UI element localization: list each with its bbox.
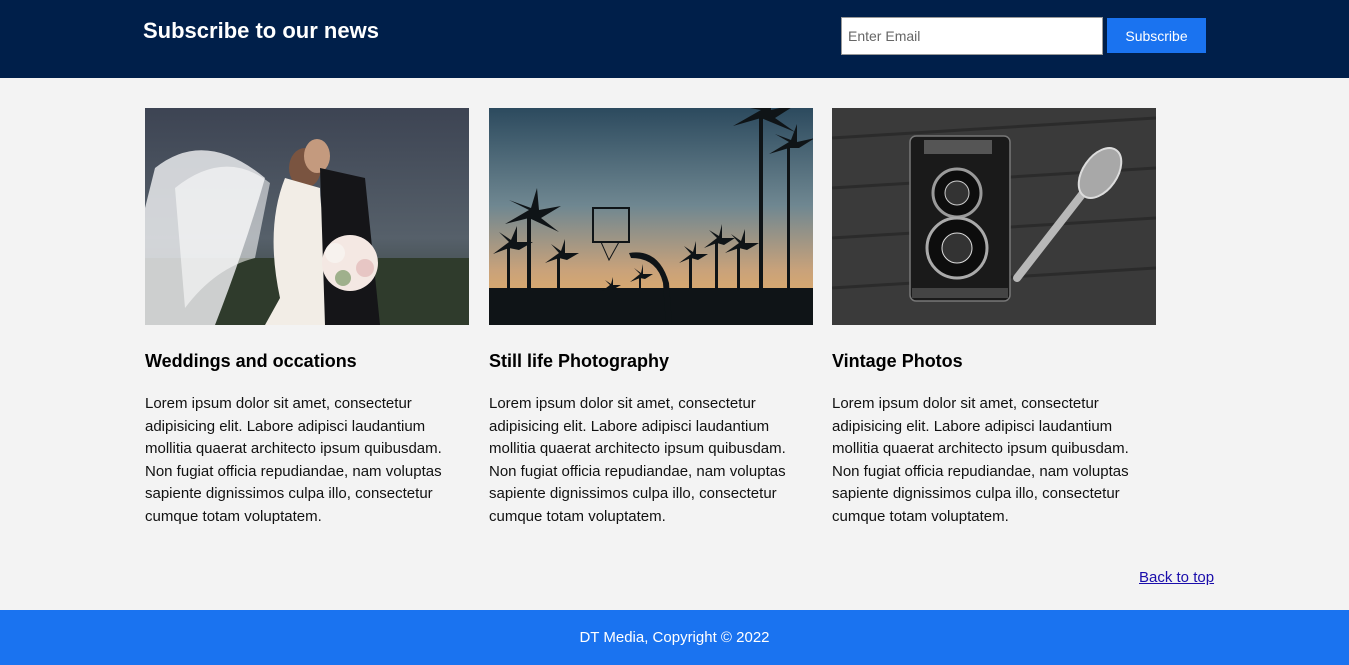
card-text: Lorem ipsum dolor sit amet, consectetur … (145, 395, 442, 525)
subscribe-button[interactable]: Subscribe (1107, 18, 1206, 53)
vintage-camera-photo (832, 108, 1156, 325)
card-still-life: Still life Photography Lorem ipsum dolor… (489, 108, 813, 529)
back-to-top-link[interactable]: Back to top (1139, 569, 1214, 586)
wedding-photo (145, 108, 469, 325)
card-title: Vintage Photos (832, 351, 963, 371)
footer-copyright: DT Media, Copyright © 2022 (579, 629, 770, 646)
footer: DT Media, Copyright © 2022 (0, 610, 1349, 665)
card-text: Lorem ipsum dolor sit amet, consectetur … (489, 395, 786, 525)
card-title: Weddings and occations (145, 351, 357, 371)
palm-sunset-photo (489, 108, 813, 325)
card-title: Still life Photography (489, 351, 670, 371)
card-vintage: Vintage Photos Lorem ipsum dolor sit ame… (832, 108, 1156, 529)
card-text: Lorem ipsum dolor sit amet, consectetur … (832, 395, 1129, 525)
email-input[interactable] (841, 17, 1103, 55)
subscribe-heading: Subscribe to our news (143, 18, 379, 43)
subscribe-bar: Subscribe to our news Subscribe (0, 0, 1349, 78)
card-weddings: Weddings and occations Lorem ipsum dolor… (145, 108, 469, 529)
